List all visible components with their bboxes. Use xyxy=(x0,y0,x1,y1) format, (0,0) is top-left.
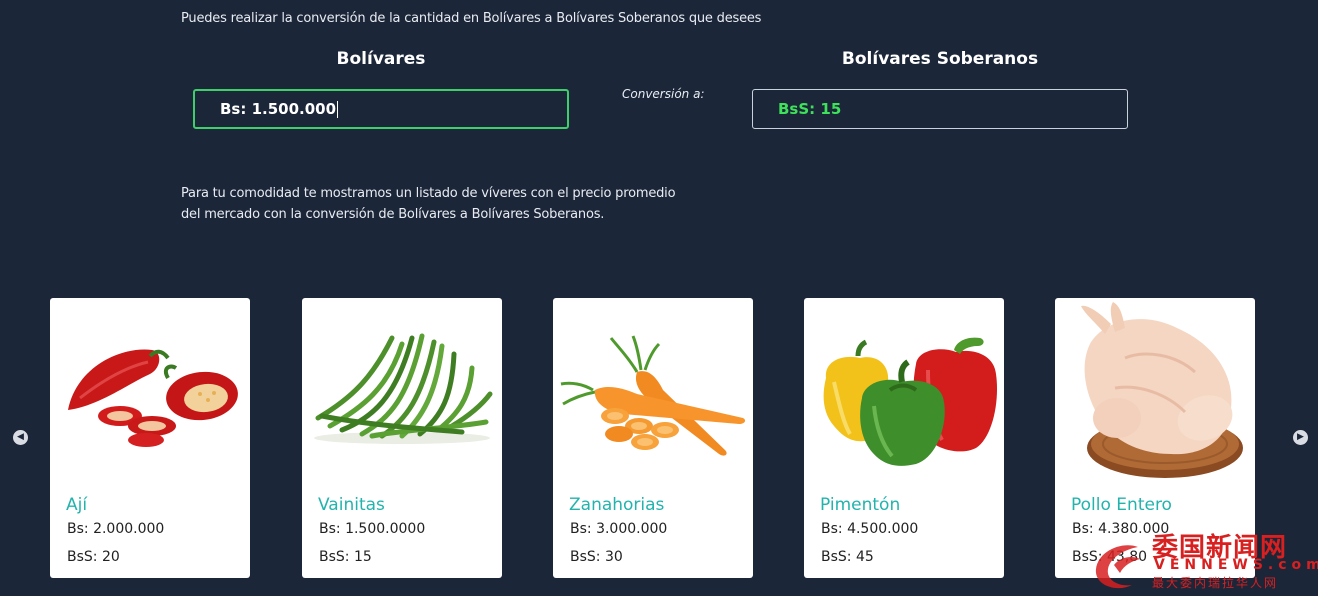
bolivares-soberanos-title: Bolívares Soberanos xyxy=(841,49,1039,69)
product-name: Ají xyxy=(66,495,88,515)
product-name: Vainitas xyxy=(318,495,385,515)
bolivares-soberanos-output[interactable]: BsS: 15 xyxy=(752,89,1128,129)
product-price-bss: BsS: 15 xyxy=(319,549,372,565)
product-price-bss: BsS: 45 xyxy=(821,549,874,565)
watermark-english-text: VENNEWS.com xyxy=(1154,557,1318,573)
chevron-left-icon[interactable]: ◀ xyxy=(13,430,28,445)
product-name: Zanahorias xyxy=(569,495,665,515)
chevron-right-icon[interactable]: ▶ xyxy=(1293,430,1308,445)
product-card-vainitas: Vainitas Bs: 1.500.0000 BsS: 15 xyxy=(302,298,502,578)
product-card-pimenton: Pimentón Bs: 4.500.000 BsS: 45 xyxy=(804,298,1004,578)
product-price-bs: Bs: 4.500.000 xyxy=(821,521,919,537)
product-name: Pimentón xyxy=(820,495,901,515)
product-price-bs: Bs: 3.000.000 xyxy=(570,521,668,537)
bell-peppers-image xyxy=(823,337,998,466)
product-name: Pollo Entero xyxy=(1071,495,1172,515)
intro-text: Puedes realizar la conversión de la cant… xyxy=(181,11,762,26)
info-note-line-1: Para tu comodidad te mostramos un listad… xyxy=(181,186,676,201)
whole-chicken-image xyxy=(1081,302,1243,478)
green-beans-image xyxy=(314,333,493,444)
carrots-image xyxy=(560,335,746,456)
bolivares-input[interactable]: Bs: 1.500.000 xyxy=(193,89,569,129)
product-price-bs: Bs: 2.000.000 xyxy=(67,521,165,537)
bolivares-title: Bolívares xyxy=(336,49,426,69)
product-price-bss: BsS: 20 xyxy=(67,549,120,565)
vennews-logo-icon xyxy=(1095,545,1140,589)
product-card-aji: Ají Bs: 2.000.000 BsS: 20 xyxy=(50,298,250,578)
red-peppers-image xyxy=(68,349,238,447)
product-price-bs: Bs: 1.500.0000 xyxy=(319,521,426,537)
product-price-bss: BsS: 30 xyxy=(570,549,623,565)
info-note-line-2: del mercado con la conversión de Bolívar… xyxy=(181,207,605,222)
conversion-label: Conversión a: xyxy=(622,87,705,101)
vennews-watermark: 委国新闻网 VENNEWS.com 最大委内瑞拉华人网 xyxy=(1092,527,1318,593)
info-note: Para tu comodidad te mostramos un listad… xyxy=(181,183,681,225)
watermark-subtitle: 最大委内瑞拉华人网 xyxy=(1152,576,1279,590)
product-card-zanahorias: Zanahorias Bs: 3.000.000 BsS: 30 xyxy=(553,298,753,578)
